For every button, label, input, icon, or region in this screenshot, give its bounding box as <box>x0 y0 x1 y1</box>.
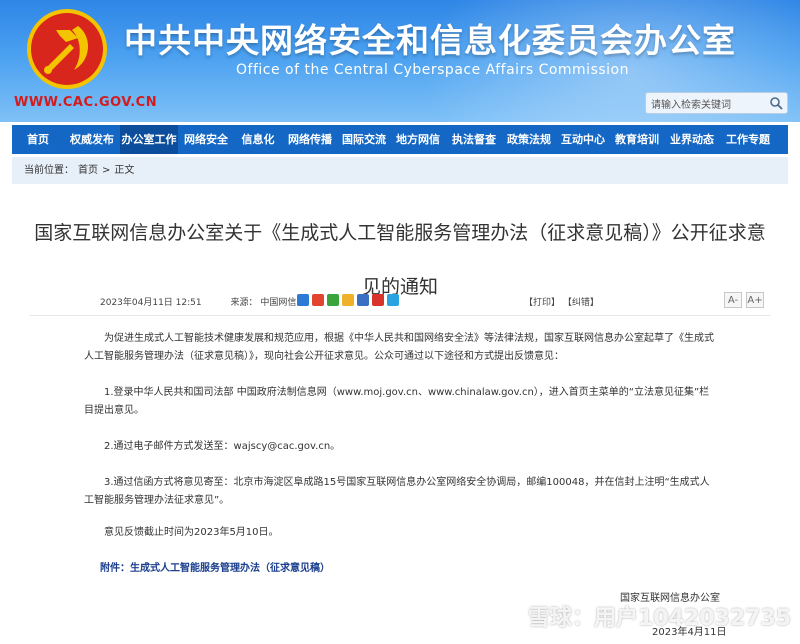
party-emblem-icon <box>27 9 107 89</box>
article-paragraph: 意见反馈截止时间为2023年5月10日。 <box>104 527 279 538</box>
nav-item[interactable]: 首页 <box>12 125 64 154</box>
article-date: 2023年04月11日 12:51 <box>100 298 202 308</box>
nav-item[interactable]: 教育培训 <box>610 125 664 154</box>
print-links: 【打印】 【纠错】 <box>524 295 599 308</box>
nav-item[interactable]: 网络安全 <box>178 125 234 154</box>
nav-item[interactable]: 网络传播 <box>282 125 338 154</box>
site-title-en: Office of the Central Cyberspace Affairs… <box>236 62 629 78</box>
nav-item[interactable]: 业界动态 <box>664 125 720 154</box>
source-label: 来源： <box>230 298 258 308</box>
main-nav: 首页 权威发布 办公室工作 网络安全 信息化 网络传播 国际交流 地方网信 执法督查 政策法规 互动… <box>12 125 788 154</box>
share-icons <box>297 294 399 306</box>
breadcrumb: 当前位置： 首页 > 正文 <box>12 157 788 184</box>
meta-divider <box>30 315 770 316</box>
share-qq-icon[interactable] <box>387 294 399 306</box>
nav-item[interactable]: 互动中心 <box>556 125 610 154</box>
share-wechat-icon[interactable] <box>327 294 339 306</box>
site-header: 中共中央网络安全和信息化委员会办公室 Office of the Central… <box>0 0 800 122</box>
site-title-cn: 中共中央网络安全和信息化委员会办公室 <box>124 21 736 60</box>
share-qzone-icon[interactable] <box>342 294 354 306</box>
nav-item[interactable]: 权威发布 <box>64 125 120 154</box>
nav-item[interactable]: 地方网信 <box>390 125 446 154</box>
nav-item[interactable]: 办公室工作 <box>120 125 178 154</box>
breadcrumb-home[interactable]: 首页 <box>78 165 98 176</box>
search-box <box>645 92 788 116</box>
share-plus-icon[interactable] <box>297 294 309 306</box>
search-input[interactable] <box>646 95 761 116</box>
nav-item[interactable]: 执法督查 <box>446 125 502 154</box>
breadcrumb-separator: > <box>102 165 111 176</box>
article-paragraph: 3.通过信函方式将意见寄至：北京市海淀区阜成路15号国家互联网信息办公室网络安全… <box>84 477 710 506</box>
nav-item[interactable]: 政策法规 <box>502 125 556 154</box>
watermark-text: 雪球：用户1042032735 <box>528 606 792 631</box>
nav-item[interactable]: 工作专题 <box>720 125 776 154</box>
share-renren-icon[interactable] <box>357 294 369 306</box>
attachment-link[interactable]: 附件：生成式人工智能服务管理办法（征求意见稿） <box>100 559 330 574</box>
share-weibo-icon[interactable] <box>312 294 324 306</box>
breadcrumb-label: 当前位置： <box>24 165 74 176</box>
font-larger-button[interactable]: A+ <box>746 292 764 308</box>
site-url[interactable]: WWW.CAC.GOV.CN <box>14 95 157 110</box>
article-paragraph: 2.通过电子邮件方式发送至：wajscy@cac.gov.cn。 <box>104 441 341 452</box>
nav-item[interactable]: 信息化 <box>234 125 282 154</box>
correction-link[interactable]: 【纠错】 <box>563 298 599 308</box>
font-smaller-button[interactable]: A- <box>724 292 742 308</box>
share-douban-icon[interactable] <box>372 294 384 306</box>
search-icon[interactable] <box>769 96 783 110</box>
article-paragraph: 为促进生成式人工智能技术健康发展和规范应用，根据《中华人民共和国网络安全法》等法… <box>84 333 714 362</box>
article-meta: 2023年04月11日 12:51 来源： 中国网信网 <box>100 295 305 308</box>
print-link[interactable]: 【打印】 <box>524 298 560 308</box>
breadcrumb-current: 正文 <box>114 165 135 176</box>
article-paragraph: 1.登录中华人民共和国司法部 中国政府法制信息网（www.moj.gov.cn、… <box>84 387 710 416</box>
nav-item[interactable]: 国际交流 <box>338 125 390 154</box>
snowball-logo-icon <box>498 602 524 628</box>
